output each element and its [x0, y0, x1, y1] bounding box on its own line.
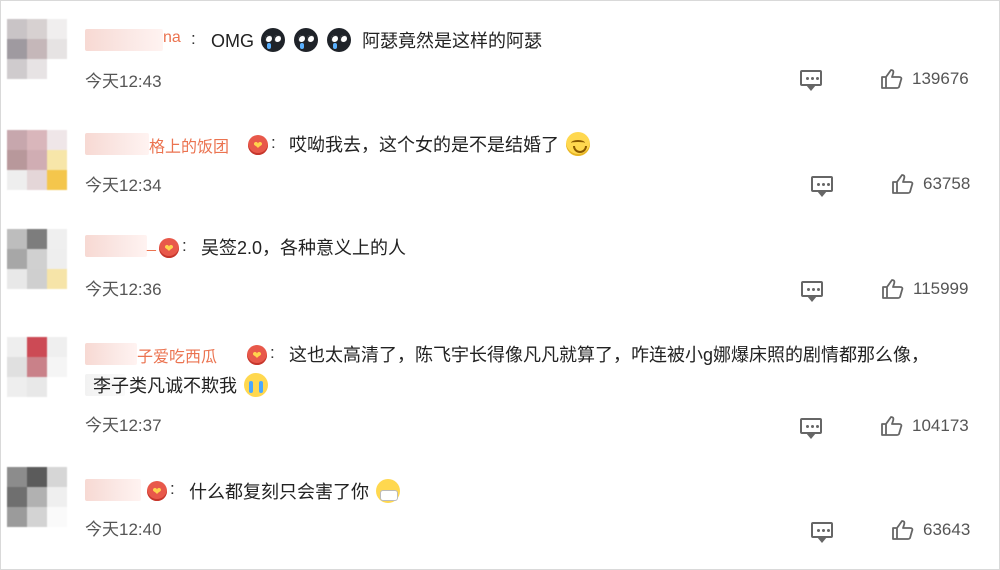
vip-badge-icon: ❤ — [248, 135, 268, 155]
vip-badge-icon: ❤ — [147, 481, 167, 501]
username[interactable]: _ — [147, 235, 156, 253]
like-count: 63758 — [923, 174, 971, 193]
colon-separator: : — [182, 236, 187, 255]
reply-icon[interactable] — [801, 281, 823, 302]
reply-icon[interactable] — [800, 70, 822, 91]
crying-emoji-icon — [244, 373, 269, 397]
like-icon[interactable] — [891, 519, 915, 541]
comment-text-main: 什么都复刻只会害了你 — [189, 482, 369, 502]
smile-emoji-icon — [566, 132, 591, 156]
comment-list: na : OMG 阿瑟竟然是这样的阿瑟 今天12:43 139676 格上的饭团… — [0, 0, 1000, 570]
username-blur — [85, 133, 149, 155]
colon-separator: : — [271, 133, 276, 152]
username-blur — [85, 235, 147, 257]
timestamp: 今天12:36 — [85, 280, 162, 299]
comment-text-main: 这也太高清了，陈飞宇长得像凡凡就算了，咋连被小g娜爆床照的剧情都那么像， — [289, 345, 930, 365]
like-count: 63643 — [923, 520, 971, 539]
username[interactable]: 格上的饭团 — [149, 133, 229, 157]
like-count: 139676 — [912, 69, 969, 88]
timestamp: 今天12:40 — [85, 520, 162, 539]
username[interactable]: 子爱吃西瓜 — [137, 343, 217, 367]
comment-text-line2: 李子类凡诚不欺我 — [93, 373, 270, 398]
like-icon[interactable] — [881, 278, 905, 300]
colon-separator: : — [191, 29, 196, 48]
like-icon[interactable] — [891, 173, 915, 195]
comment-text-main: 哎呦我去，这个女的是不是结婚了 — [289, 135, 559, 155]
username-blur — [85, 479, 141, 501]
like-icon[interactable] — [880, 415, 904, 437]
avatar[interactable] — [7, 337, 67, 397]
reply-icon[interactable] — [811, 522, 833, 543]
reply-icon[interactable] — [800, 418, 822, 439]
avatar[interactable] — [7, 130, 67, 190]
comment-text-main: OMG — [211, 31, 254, 51]
comment-item: ❤ : 什么都复刻只会害了你 今天12:40 63643 — [1, 457, 1000, 567]
comment-text-main: 吴签2.0，各种意义上的人 — [201, 238, 407, 258]
comment-text: 这也太高清了，陈飞宇长得像凡凡就算了，咋连被小g娜爆床照的剧情都那么像， — [289, 343, 929, 367]
crying-emoji-icon — [261, 28, 286, 52]
avatar[interactable] — [7, 229, 67, 289]
like-count: 115999 — [913, 279, 969, 298]
crying-emoji-icon — [294, 28, 319, 52]
vip-badge-icon: ❤ — [159, 238, 179, 258]
comment-text: 什么都复刻只会害了你 — [189, 479, 402, 504]
colon-separator: : — [170, 479, 175, 498]
avatar[interactable] — [7, 467, 67, 527]
comment-text: 吴签2.0，各种意义上的人 — [201, 236, 406, 260]
like-icon[interactable] — [880, 68, 904, 90]
comment-item: na : OMG 阿瑟竟然是这样的阿瑟 今天12:43 139676 — [1, 1, 1000, 111]
reply-icon[interactable] — [811, 176, 833, 197]
comment-text-tail: 阿瑟竟然是这样的阿瑟 — [362, 31, 543, 51]
crying-emoji-icon — [327, 28, 352, 52]
vip-badge-icon: ❤ — [247, 345, 267, 365]
comment-text: OMG 阿瑟竟然是这样的阿瑟 — [211, 28, 542, 53]
timestamp: 今天12:43 — [85, 72, 162, 91]
username[interactable]: na — [163, 29, 181, 47]
comment-item: _ ❤ : 吴签2.0，各种意义上的人 今天12:36 115999 — [1, 217, 1000, 327]
comment-item: 格上的饭团 ❤ : 哎呦我去，这个女的是不是结婚了 今天12:34 63758 — [1, 111, 1000, 221]
avatar[interactable] — [7, 19, 67, 79]
comment-text: 哎呦我去，这个女的是不是结婚了 — [289, 132, 592, 157]
username-blur — [85, 343, 137, 365]
timestamp: 今天12:37 — [85, 416, 162, 435]
comment-item: 子爱吃西瓜 ❤ : 这也太高清了，陈飞宇长得像凡凡就算了，咋连被小g娜爆床照的剧… — [1, 323, 1000, 439]
comment-text-line2-main: 李子类凡诚不欺我 — [93, 376, 237, 396]
mask-emoji-icon — [376, 479, 401, 503]
timestamp: 今天12:34 — [85, 176, 162, 195]
colon-separator: : — [270, 343, 275, 362]
username-blur — [85, 29, 163, 51]
like-count: 104173 — [912, 416, 969, 435]
